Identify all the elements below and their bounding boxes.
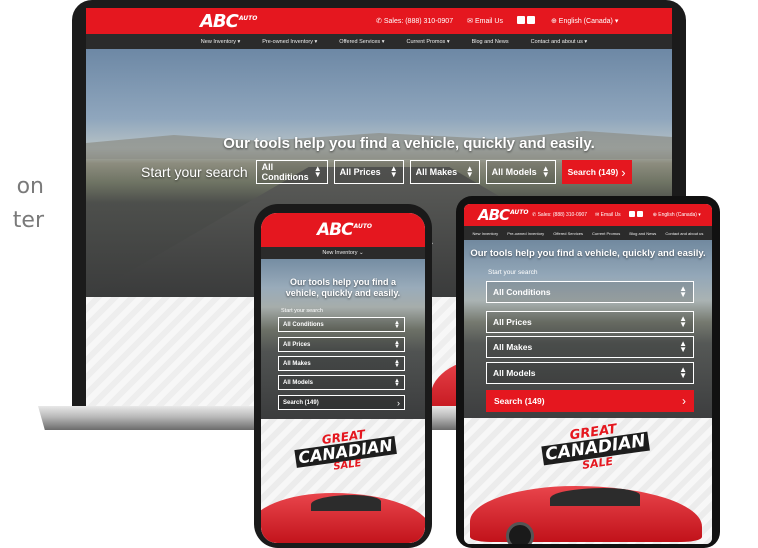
- promo-section: GREAT CANADIAN SALE: [464, 418, 712, 544]
- condition-select[interactable]: All Conditions ▲ ▼: [486, 281, 694, 303]
- sort-arrows-icon: ▲ ▼: [679, 365, 687, 380]
- globe-icon: ⊕: [652, 212, 657, 218]
- price-select[interactable]: All Prices ▲ ▼: [333, 160, 404, 184]
- make-select[interactable]: All Makes ▲ ▼: [486, 336, 694, 358]
- social-links: [516, 16, 537, 26]
- sort-arrows-icon: ▲ ▼: [394, 377, 400, 388]
- sales-phone-link[interactable]: ✆ Sales: (888) 310-0907: [376, 17, 453, 25]
- facebook-icon[interactable]: [628, 211, 635, 217]
- hero-title: Our tools help you find a vehicle, quick…: [223, 135, 595, 152]
- main-nav: New Inventory ▾ Pre-owned Inventory ▾ Of…: [86, 34, 672, 49]
- nav-item-pre-owned[interactable]: Pre-owned Inventory ▾: [262, 39, 317, 45]
- background-caption: on ter: [0, 170, 44, 238]
- sort-arrows-icon: ▲ ▼: [389, 164, 398, 179]
- hero-title: Our tools help you find a vehicle, quick…: [285, 277, 401, 298]
- sort-arrows-icon: ▲ ▼: [313, 164, 322, 179]
- nav-item-services[interactable]: Offered Services ▾: [339, 39, 384, 45]
- tablet-utility-bar: ✆ Sales: (888) 310-0907 ✉ Email Us ⊕ Eng…: [532, 211, 701, 219]
- sales-phone-link[interactable]: ✆ Sales: (888) 310-0907: [532, 212, 587, 218]
- search-button[interactable]: Search (149) ›: [561, 160, 632, 184]
- make-select[interactable]: All Makes ▲ ▼: [409, 160, 480, 184]
- facebook-icon[interactable]: [516, 16, 525, 24]
- search-button[interactable]: Search (149) ›: [486, 390, 694, 412]
- site-logo[interactable]: ABCAUTO: [200, 11, 257, 32]
- header-utility-bar: ✆ Sales: (888) 310-0907 ✉ Email Us ⊕ Eng…: [376, 16, 618, 26]
- chevron-right-icon: ›: [621, 164, 626, 180]
- nav-item-pre-owned[interactable]: Pre-owned Inventory: [507, 231, 544, 236]
- social-links: [628, 211, 645, 219]
- tablet-logo[interactable]: ABCAUTO: [478, 206, 529, 224]
- sort-arrows-icon: ▲ ▼: [394, 358, 400, 369]
- phone-logo[interactable]: ABCAUTO: [317, 220, 372, 240]
- nav-item-contact[interactable]: Contact and about us ▾: [531, 39, 588, 45]
- search-button[interactable]: Search (149) ›: [278, 395, 405, 410]
- nav-item-new-inventory[interactable]: New Inventory: [473, 231, 499, 236]
- model-select[interactable]: All Models ▲ ▼: [278, 375, 405, 390]
- site-header: ABCAUTO ✆ Sales: (888) 310-0907 ✉ Email …: [86, 8, 672, 34]
- sort-arrows-icon: ▲ ▼: [541, 164, 550, 179]
- sort-arrows-icon: ▲ ▼: [679, 339, 687, 354]
- price-select[interactable]: All Prices ▲ ▼: [486, 311, 694, 333]
- red-car-image: [261, 493, 425, 543]
- envelope-icon: ✉: [467, 18, 473, 25]
- phone-icon: ✆: [376, 18, 382, 25]
- hero-title: Our tools help you find a vehicle, quick…: [470, 248, 706, 259]
- tablet-hero: Our tools help you find a vehicle, quick…: [464, 240, 712, 418]
- phone-hero: Our tools help you find a vehicle, quick…: [261, 259, 425, 419]
- sort-arrows-icon: ▲ ▼: [679, 284, 687, 299]
- phone-screen: ABCAUTO New Inventory ⌄ Our tools help y…: [261, 213, 425, 543]
- email-link[interactable]: ✉ Email Us: [467, 17, 503, 25]
- model-select[interactable]: All Models ▲ ▼: [485, 160, 556, 184]
- sort-arrows-icon: ▲ ▼: [679, 314, 687, 329]
- great-canadian-sale-badge: GREAT CANADIAN SALE: [293, 424, 398, 478]
- sort-arrows-icon: ▲ ▼: [465, 164, 474, 179]
- globe-icon: ⊕: [550, 18, 557, 25]
- nav-item-contact[interactable]: Contact and about us: [665, 231, 703, 236]
- nav-item-services[interactable]: Offered Services: [553, 231, 583, 236]
- promo-section: GREAT CANADIAN SALE: [261, 419, 425, 543]
- tablet-screen: ABCAUTO ✆ Sales: (888) 310-0907 ✉ Email …: [464, 204, 712, 544]
- search-label: Start your search: [488, 269, 538, 276]
- price-select[interactable]: All Prices ▲ ▼: [278, 337, 405, 352]
- chevron-down-icon: ⌄: [359, 250, 364, 256]
- red-car-image: [470, 486, 702, 544]
- language-selector[interactable]: ⊕ English (Canada) ▾: [653, 212, 701, 218]
- language-selector[interactable]: ⊕ English (Canada) ▾: [551, 17, 618, 25]
- condition-select[interactable]: All Conditions ▲ ▼: [255, 160, 328, 184]
- tablet-header: ABCAUTO ✆ Sales: (888) 310-0907 ✉ Email …: [464, 204, 712, 226]
- nav-item-blog[interactable]: Blog and News: [629, 231, 656, 236]
- search-label: Start your search: [281, 308, 323, 314]
- envelope-icon: ✉: [595, 212, 600, 218]
- chevron-right-icon: ›: [397, 397, 400, 408]
- email-link[interactable]: ✉ Email Us: [595, 212, 621, 218]
- condition-select[interactable]: All Conditions ▲ ▼: [278, 317, 405, 332]
- car-window: [550, 488, 640, 506]
- nav-item-new-inventory[interactable]: New Inventory ▾: [201, 39, 240, 45]
- model-select[interactable]: All Models ▲ ▼: [486, 362, 694, 384]
- search-bar: Start your search All Conditions ▲ ▼ All P…: [141, 160, 632, 184]
- nav-item-promos[interactable]: Current Promos ▾: [406, 39, 449, 45]
- nav-item-blog[interactable]: Blog and News: [472, 39, 509, 45]
- caption-line-2: ter: [12, 208, 44, 233]
- phone-icon: ✆: [532, 212, 537, 218]
- great-canadian-sale-badge: GREAT CANADIAN SALE: [540, 419, 652, 476]
- nav-item-promos[interactable]: Current Promos: [592, 231, 620, 236]
- phone-nav-dropdown[interactable]: New Inventory ⌄: [261, 247, 425, 259]
- caption-line-1: on: [16, 174, 44, 199]
- instagram-icon[interactable]: [636, 211, 643, 217]
- car-window: [311, 495, 381, 511]
- search-label: Start your search: [141, 164, 248, 180]
- make-select[interactable]: All Makes ▲ ▼: [278, 356, 405, 371]
- phone-header: ABCAUTO: [261, 213, 425, 247]
- chevron-right-icon: ›: [682, 394, 686, 408]
- instagram-icon[interactable]: [526, 16, 535, 24]
- tablet-nav: New Inventory Pre-owned Inventory Offere…: [464, 226, 712, 240]
- sort-arrows-icon: ▲ ▼: [394, 339, 400, 350]
- sort-arrows-icon: ▲ ▼: [394, 319, 400, 330]
- car-wheel: [506, 522, 534, 544]
